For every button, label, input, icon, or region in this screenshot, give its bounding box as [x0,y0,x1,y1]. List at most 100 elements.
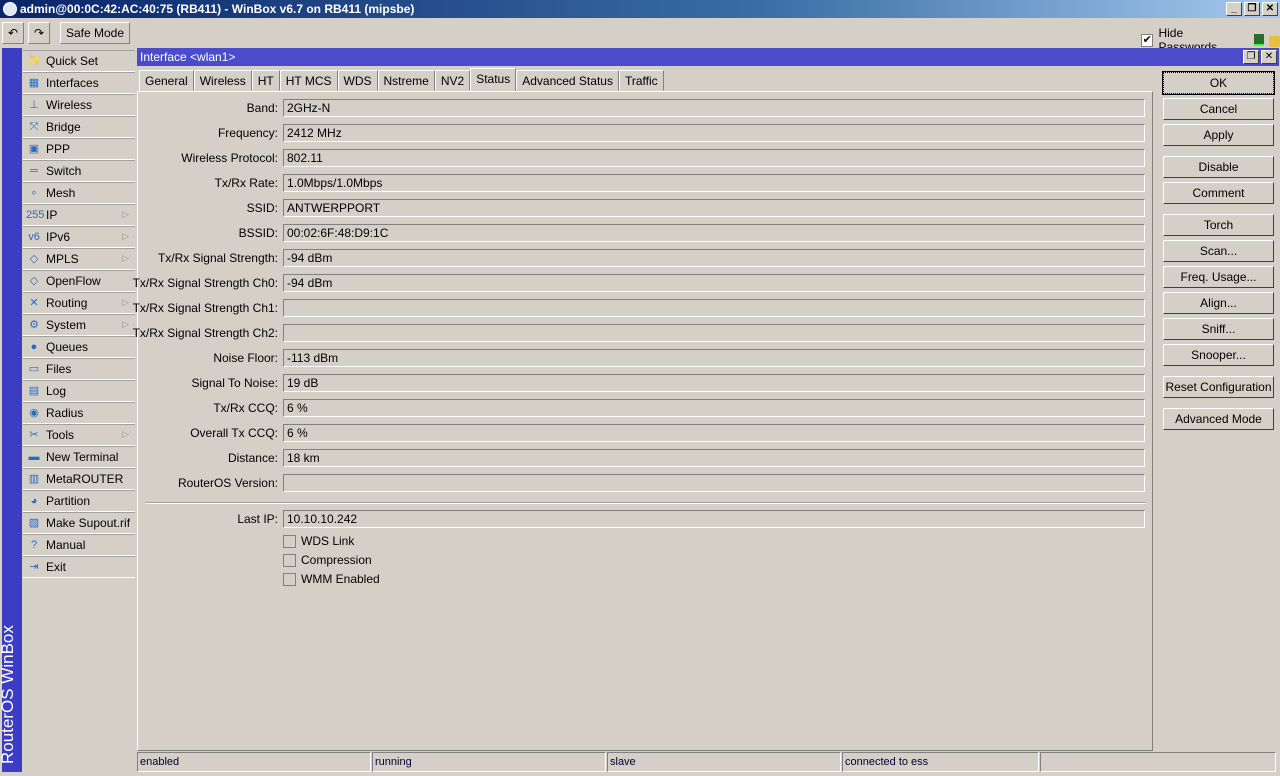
checkbox-box[interactable] [283,534,296,548]
advanced-mode-button[interactable]: Advanced Mode [1163,408,1274,430]
menu-item-log[interactable]: ▤ Log [23,380,135,402]
separator [146,502,1146,504]
field-label: BSSID: [238,226,278,240]
tab-bar: General Wireless HT HT MCS WDS Nstreme NV2 Stat… [139,68,664,91]
ipv6-icon: v6 [28,230,40,243]
menu-item-exit[interactable]: ⇥ Exit [23,556,135,578]
checkbox-box[interactable] [283,553,296,567]
menu-item-label: Files [46,361,72,376]
field-last-ip: Last IP: 10.10.10.242 [138,510,1148,528]
ip-icon: 255 [26,208,45,221]
tab-traffic[interactable]: Traffic [618,70,664,91]
menu-item-tools[interactable]: ✂ Tools ▷ [23,424,135,446]
freq-usage-button[interactable]: Freq. Usage... [1163,266,1274,288]
field-value: 00:02:6F:48:D9:1C [283,224,1145,242]
checkbox-compression[interactable]: Compression [283,553,372,567]
menu-item-manual[interactable]: ? Manual [23,534,135,556]
menu-item-label: Wireless [46,97,93,112]
field-row: Noise Floor: -113 dBm [138,349,1148,367]
menu-item-openflow[interactable]: ◇ OpenFlow [23,270,135,292]
tab-nv2[interactable]: NV2 [434,70,471,91]
field-label: Tx/Rx Signal Strength Ch1: [132,301,278,315]
cancel-button[interactable]: Cancel [1163,98,1274,120]
close-button[interactable]: ✕ [1262,2,1278,16]
window-title: Interface <wlan1> [140,50,236,64]
field-label: Distance: [227,451,278,465]
exit-icon: ⇥ [29,560,39,573]
menu-item-files[interactable]: ▭ Files [23,358,135,380]
menu-item-label: Mesh [46,185,76,200]
checkbox-label: WDS Link [301,534,355,548]
window-close-button[interactable]: ✕ [1261,50,1277,64]
tab-wireless[interactable]: Wireless [193,70,252,91]
app-title-bar: admin@00:0C:42:AC:40:75 (RB411) - WinBox… [0,0,1280,18]
align-button[interactable]: Align... [1163,292,1274,314]
menu-item-ipv6[interactable]: v6 IPv6 ▷ [23,226,135,248]
menu-item-switch[interactable]: ═ Switch [23,160,135,182]
menu-item-label: Switch [46,163,82,178]
field-row: Frequency: 2412 MHz [138,124,1148,142]
menu-item-quick-set[interactable]: ✨ Quick Set [23,50,135,72]
menu-item-label: Manual [46,537,86,552]
menu-item-label: Queues [46,339,89,354]
interface-window: Interface <wlan1> ❐ ✕ General Wireless HT HT… [133,48,1279,774]
menu-item-label: Partition [46,493,91,508]
menu-item-ppp[interactable]: ▣ PPP [23,138,135,160]
scan-button[interactable]: Scan... [1163,240,1274,262]
redo-button[interactable]: ↷ [28,22,50,44]
menu-item-ip[interactable]: 255 IP ▷ [23,204,135,226]
hide-passwords-checkbox[interactable]: ✔ [1141,33,1154,47]
checkbox-wds-link[interactable]: WDS Link [283,534,354,548]
window-restore-button[interactable]: ❐ [1243,50,1259,64]
menu-item-routing[interactable]: ✕ Routing ▷ [23,292,135,314]
snooper-button[interactable]: Snooper... [1163,344,1274,366]
submenu-arrow-icon: ▷ [122,429,129,439]
field-row: Tx/Rx CCQ: 6 % [138,399,1148,417]
checkbox-label: WMM Enabled [301,572,380,586]
disable-button[interactable]: Disable [1163,156,1274,178]
field-value: 2GHz-N [283,99,1145,117]
menu-item-label: PPP [46,141,71,156]
menu-item-make-supout-rif[interactable]: ▧ Make Supout.rif [23,512,135,534]
minimize-button[interactable]: _ [1226,2,1242,16]
tab-status[interactable]: Status [470,68,517,91]
safe-mode-button[interactable]: Safe Mode [60,22,130,44]
comment-button[interactable]: Comment [1163,182,1274,204]
menu-item-mesh[interactable]: ∘ Mesh [23,182,135,204]
menu-item-wireless[interactable]: ⊥ Wireless [23,94,135,116]
menu-item-interfaces[interactable]: ▦ Interfaces [23,72,135,94]
checkbox-wmm-enabled[interactable]: WMM Enabled [283,572,380,586]
field-label: SSID: [246,201,278,215]
menu-item-new-terminal[interactable]: ▬ New Terminal [23,446,135,468]
window-title-bar[interactable]: Interface <wlan1> ❐ ✕ [137,48,1279,66]
apply-button[interactable]: Apply [1163,124,1274,146]
menu-item-system[interactable]: ⚙ System ▷ [23,314,135,336]
menu-item-label: Quick Set [46,53,99,68]
tab-advanced-status[interactable]: Advanced Status [516,70,619,91]
field-value: ANTWERPPORT [283,199,1145,217]
tab-ht[interactable]: HT [251,70,280,91]
reset-configuration-button[interactable]: Reset Configuration [1163,376,1274,398]
app-title: admin@00:0C:42:AC:40:75 (RB411) - WinBox… [20,2,415,16]
menu-item-radius[interactable]: ◉ Radius [23,402,135,424]
tab-wds[interactable]: WDS [337,70,378,91]
undo-button[interactable]: ↶ [2,22,24,44]
checkbox-box[interactable] [283,572,296,586]
field-row: Tx/Rx Signal Strength: -94 dBm [138,249,1148,267]
tab-general[interactable]: General [139,70,194,91]
sniff-button[interactable]: Sniff... [1163,318,1274,340]
menu-item-partition[interactable]: ◕ Partition [23,490,135,512]
field-label: Tx/Rx CCQ: [213,401,278,415]
ok-button[interactable]: OK [1162,71,1275,95]
menu-item-label: Exit [46,559,67,574]
torch-button[interactable]: Torch [1163,214,1274,236]
tab-nstreme[interactable]: Nstreme [377,70,435,91]
menu-item-bridge[interactable]: ⤧ Bridge [23,116,135,138]
menu-item-mpls[interactable]: ◇ MPLS ▷ [23,248,135,270]
status-cell: enabled [137,752,371,772]
restore-button[interactable]: ❐ [1244,2,1260,16]
tab-ht-mcs[interactable]: HT MCS [279,70,338,91]
menu-item-queues[interactable]: ● Queues [23,336,135,358]
menu-item-metarouter[interactable]: ▥ MetaROUTER [23,468,135,490]
field-value [283,299,1145,317]
